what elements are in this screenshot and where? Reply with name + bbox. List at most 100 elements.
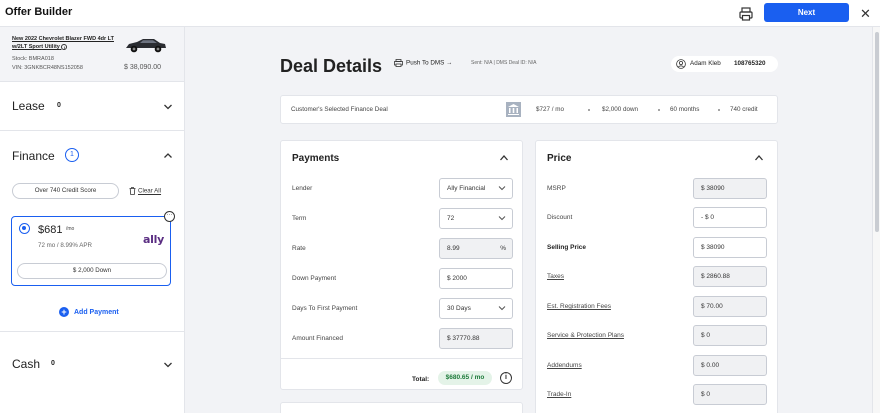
selected-deal-banner: Customer's Selected Finance Deal $727 / … (280, 95, 778, 124)
user-chip[interactable]: Adam Kleb 108765320 (671, 56, 778, 72)
percent-suffix: % (500, 245, 506, 252)
addendums-value: $ 0.00 (701, 362, 720, 369)
separator-dot (718, 109, 720, 111)
price-title: Price (547, 153, 572, 164)
finance-count: 1 (65, 148, 79, 162)
lender-value: Ally Financial (447, 185, 486, 192)
trade-in-field[interactable]: $ 0 (693, 384, 767, 405)
deal-stat-monthly: $727 / mo (536, 106, 565, 113)
main-content: Deal Details Push To DMS → Sent: N/A | D… (185, 27, 872, 413)
next-button[interactable]: Next (764, 3, 849, 22)
selected-deal-label: Customer's Selected Finance Deal (291, 106, 388, 113)
finance-deal-card[interactable]: $681 /mo 72 mo / 8.99% APR ally $ 2,000 … (11, 216, 171, 286)
deal-payment-unit: /mo (66, 226, 75, 232)
discount-value: - $ 0 (701, 214, 715, 221)
close-icon[interactable]: ✕ (858, 6, 873, 21)
ally-logo: ally (143, 233, 164, 246)
days-first-payment-label: Days To First Payment (292, 305, 358, 312)
term-select[interactable]: 72 (439, 208, 513, 229)
page-title: Deal Details (280, 56, 383, 76)
dms-status: Sent: N/A | DMS Deal ID: N/A (471, 60, 537, 66)
deal-radio[interactable] (19, 223, 30, 234)
chevron-down-icon[interactable] (163, 102, 173, 112)
down-payment-input[interactable]: $ 2000 (439, 268, 513, 289)
trash-icon (129, 187, 136, 195)
separator-dot (588, 109, 590, 111)
selling-price-input[interactable]: $ 38090 (693, 237, 767, 258)
amount-financed-field[interactable]: $ 37770.88 (439, 328, 513, 349)
amount-financed-label: Amount Financed (292, 335, 343, 342)
add-payment-button[interactable]: + Add Payment (59, 307, 119, 317)
push-to-dms-label[interactable]: Push To DMS → (406, 60, 452, 67)
credit-score-chip[interactable]: Over 740 Credit Score (12, 183, 119, 199)
more-options-icon[interactable]: ··· (164, 211, 175, 222)
plus-icon: + (59, 307, 69, 317)
days-first-payment-value: 30 Days (447, 305, 471, 312)
service-plans-field[interactable]: $ 0 (693, 325, 767, 346)
days-first-payment-select[interactable]: 30 Days (439, 298, 513, 319)
term-value: 72 (447, 215, 455, 222)
vehicle-vin: VIN: 3GNKBCR48NS152058 (12, 65, 83, 71)
addendums-link[interactable]: Addendums (547, 362, 582, 369)
finance-title: Finance (12, 149, 55, 163)
vehicle-title-link[interactable]: New 2022 Chevrolet Blazer FWD 4dr LT w/2… (12, 35, 120, 51)
registration-fees-link[interactable]: Est. Registration Fees (547, 303, 611, 310)
discount-input[interactable]: - $ 0 (693, 207, 767, 228)
taxes-link[interactable]: Taxes (547, 273, 564, 280)
rate-value: 8.99 (447, 245, 460, 252)
clear-all-link[interactable]: Clear All (129, 187, 161, 195)
price-card: Price MSRP $ 38090 Discount - $ 0 Sellin… (535, 140, 778, 413)
chevron-up-icon[interactable] (163, 151, 173, 161)
taxes-field[interactable]: $ 2860.88 (693, 266, 767, 287)
chevron-down-icon[interactable] (163, 360, 173, 370)
total-label: Total: (412, 376, 430, 383)
vehicle-stock: Stock: BMRA018 (12, 56, 54, 62)
car-icon (126, 39, 166, 53)
chevron-down-icon (498, 306, 506, 311)
bank-icon (506, 102, 521, 117)
lease-count: 0 (57, 102, 61, 109)
add-payment-label[interactable]: Add Payment (74, 309, 119, 316)
deal-payment: $681 (38, 224, 63, 236)
chevron-down-icon (498, 186, 506, 191)
discount-label: Discount (547, 214, 573, 221)
deal-stat-credit: 740 credit (730, 106, 758, 113)
lease-title: Lease (12, 99, 45, 113)
vehicle-price: $ 38,090.00 (124, 64, 161, 71)
trade-in-value: $ 0 (701, 391, 711, 398)
rate-field[interactable]: 8.99% (439, 238, 513, 259)
term-label: Term (292, 215, 307, 222)
sidebar: New 2022 Chevrolet Blazer FWD 4dr LT w/2… (0, 27, 185, 413)
down-payment-value: $ 2000 (447, 275, 467, 282)
service-plans-link[interactable]: Service & Protection Plans (547, 332, 624, 339)
chevron-up-icon[interactable] (754, 154, 764, 162)
info-icon[interactable]: i (500, 372, 512, 384)
lender-label: Lender (292, 185, 313, 192)
chevron-up-icon[interactable] (499, 154, 509, 162)
printer-icon (394, 59, 403, 67)
clear-all-label[interactable]: Clear All (138, 188, 161, 195)
user-icon (676, 59, 686, 69)
app-title: Offer Builder (5, 6, 73, 18)
top-bar: Offer Builder Next ✕ (0, 0, 880, 27)
user-id: 108765320 (734, 60, 766, 67)
trade-in-link[interactable]: Trade-In (547, 391, 571, 398)
separator-dot (658, 109, 660, 111)
total-row: Total: $680.65 / mo i (281, 358, 522, 390)
msrp-value: $ 38090 (701, 185, 725, 192)
cash-section[interactable]: Cash 0 (0, 331, 184, 413)
print-icon[interactable] (738, 6, 754, 22)
chevron-down-icon (498, 216, 506, 221)
scrollbar[interactable] (872, 27, 880, 413)
lender-select[interactable]: Ally Financial (439, 178, 513, 199)
additional-card (280, 402, 523, 413)
push-to-dms-button[interactable]: Push To DMS → (394, 59, 452, 67)
msrp-field[interactable]: $ 38090 (693, 178, 767, 199)
registration-fees-field[interactable]: $ 70.00 (693, 296, 767, 317)
service-plans-value: $ 0 (701, 332, 711, 339)
scroll-thumb[interactable] (875, 32, 879, 232)
down-payment-chip[interactable]: $ 2,000 Down (17, 263, 167, 279)
addendums-field[interactable]: $ 0.00 (693, 355, 767, 376)
info-icon[interactable]: i (61, 43, 68, 50)
lease-section[interactable]: Lease 0 (0, 82, 184, 131)
